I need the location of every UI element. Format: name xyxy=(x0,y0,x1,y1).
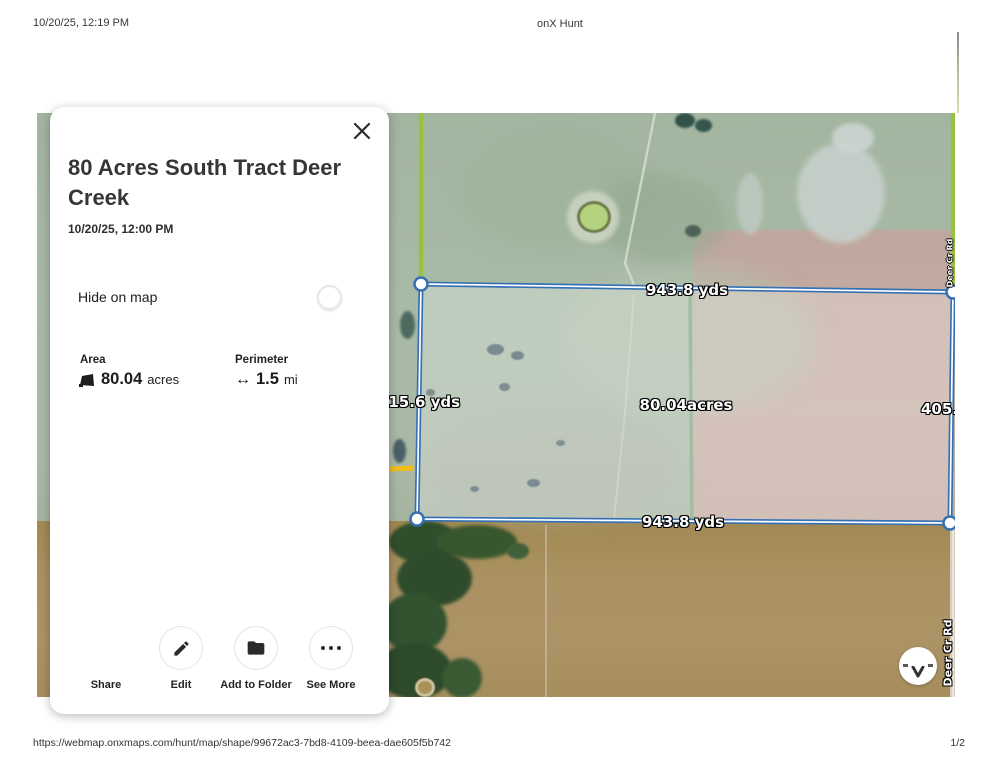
shape-date: 10/20/25, 12:00 PM xyxy=(68,222,173,236)
compass-tick-east xyxy=(928,664,933,667)
road-name-label: Deer Cr Rd xyxy=(942,620,955,687)
page-number: 1/2 xyxy=(950,737,965,749)
page-edge-artifact xyxy=(957,32,959,113)
see-more-label: See More xyxy=(289,679,373,691)
hide-on-map-label: Hide on map xyxy=(78,289,157,305)
add-to-folder-label: Add to Folder xyxy=(214,679,298,691)
hide-on-map-toggle[interactable] xyxy=(317,285,342,310)
compass-tick-west xyxy=(903,664,908,667)
area-label: Area xyxy=(80,354,106,366)
print-page: 10/20/25, 12:19 PM onX Hunt xyxy=(0,0,993,768)
close-button[interactable] xyxy=(351,120,373,142)
edge-length-label-top: 943.8 yds xyxy=(646,281,728,299)
action-bar: Share Edit Add to Folder xyxy=(50,626,389,701)
area-value: 80.04 xyxy=(101,370,142,389)
shape-info-card: 80 Acres South Tract Deer Creek 10/20/25… xyxy=(50,107,389,714)
area-unit: acres xyxy=(147,372,179,387)
arrows-horizontal-icon: ↔ xyxy=(235,371,251,389)
folder-icon xyxy=(246,638,266,658)
chevron-down-icon xyxy=(911,666,925,678)
shape-title: 80 Acres South Tract Deer Creek xyxy=(68,153,373,213)
edge-length-label-right: 405.7 xyxy=(921,400,955,418)
page-title: onX Hunt xyxy=(537,18,583,30)
add-to-folder-button[interactable]: Add to Folder xyxy=(214,626,298,691)
shape-title-line2: Creek xyxy=(68,183,373,213)
share-button[interactable]: Share xyxy=(64,626,148,691)
share-label: Share xyxy=(64,679,148,691)
share-icon xyxy=(84,626,128,670)
perimeter-label: Perimeter xyxy=(235,354,288,366)
pencil-icon xyxy=(172,639,191,658)
see-more-button[interactable]: See More xyxy=(289,626,373,691)
parcel-area-label: 80.04acres xyxy=(640,396,733,414)
area-value-row: 80.04 acres xyxy=(78,370,179,389)
ellipsis-icon xyxy=(321,646,342,651)
perimeter-value: 1.5 xyxy=(256,370,279,389)
perimeter-value-row: ↔ 1.5 mi xyxy=(235,370,298,389)
page-url: https://webmap.onxmaps.com/hunt/map/shap… xyxy=(33,737,451,749)
edit-button[interactable]: Edit xyxy=(139,626,223,691)
area-icon xyxy=(78,372,96,388)
road-name-label-top: Deer Cr Rd xyxy=(946,239,955,288)
perimeter-unit: mi xyxy=(284,372,298,387)
edge-length-label-left: 415.6 yds xyxy=(378,393,460,411)
close-icon xyxy=(351,120,373,142)
print-timestamp: 10/20/25, 12:19 PM xyxy=(33,17,129,29)
compass-button[interactable] xyxy=(899,647,937,685)
shape-title-line1: 80 Acres South Tract Deer xyxy=(68,153,373,183)
edge-length-label-bottom: 943.8 yds xyxy=(642,513,724,531)
edit-label: Edit xyxy=(139,679,223,691)
